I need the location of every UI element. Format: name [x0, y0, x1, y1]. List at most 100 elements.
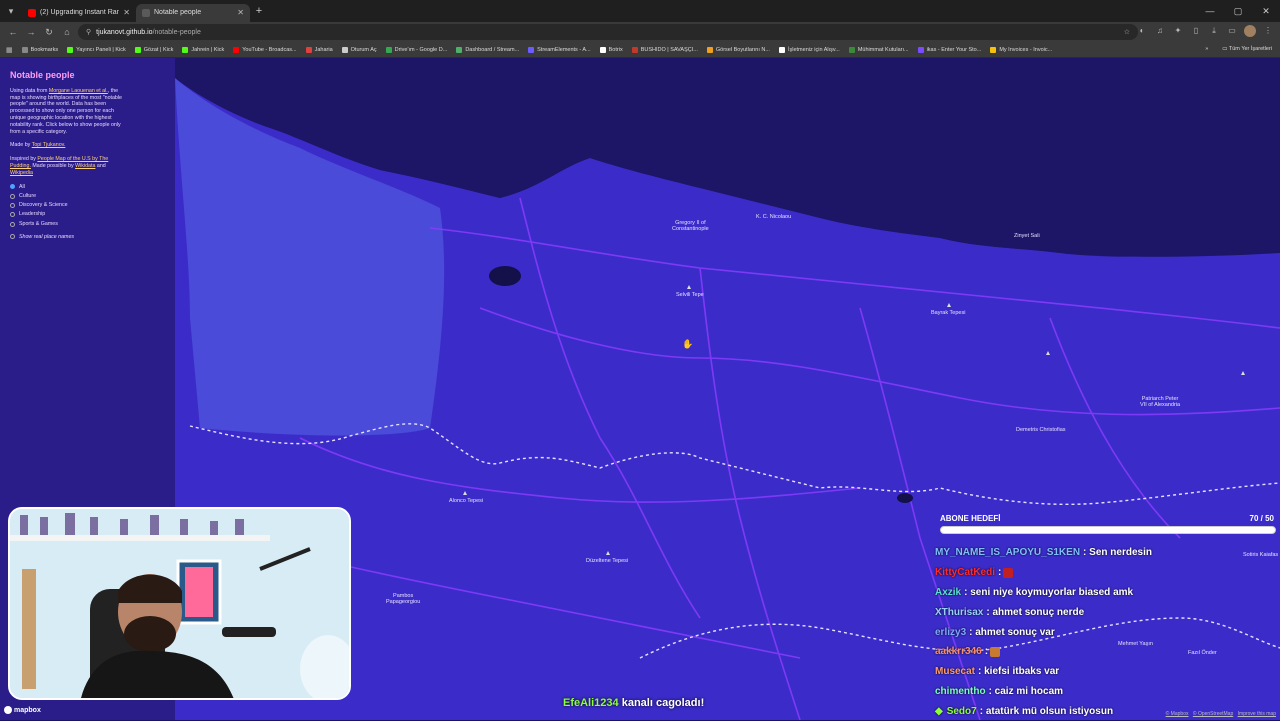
show-real-names-toggle[interactable]: Show real place names	[10, 234, 122, 241]
category-radio-leadership[interactable]: Leadership	[10, 211, 122, 218]
maximize-icon[interactable]: ▢	[1224, 0, 1252, 22]
radio-selected-icon	[10, 184, 15, 190]
cast-icon[interactable]: ▭	[1226, 25, 1238, 37]
back-icon[interactable]: ←	[4, 27, 22, 37]
all-bookmarks[interactable]: » ▭ Tüm Yer İşaretleri	[1205, 46, 1272, 52]
bookmark-item[interactable]: Oturum Aç	[341, 46, 377, 53]
map-label[interactable]: Pambos Papageorgiou	[386, 593, 420, 605]
bookmark-item[interactable]: Görsel Boyutlarını N...	[706, 46, 770, 53]
bookmark-item[interactable]: Jahrein | Kick	[182, 46, 224, 53]
bookmark-item[interactable]: Jaharia	[305, 46, 333, 53]
map-label[interactable]: Bayrak Tepesi	[931, 310, 965, 316]
bookmark-item[interactable]: BUSHIDO | SAVAŞÇI...	[631, 46, 698, 53]
tab-search-icon[interactable]: ▾	[0, 0, 22, 22]
category-radio-culture[interactable]: Culture	[10, 193, 122, 200]
bookmark-item[interactable]: StreamElements - A...	[528, 46, 591, 53]
peak-icon	[463, 491, 467, 495]
category-radio-sports[interactable]: Sports & Games	[10, 221, 122, 228]
chat-message: chimentho: caiz mi hocam	[935, 682, 1275, 702]
chat-text: :	[998, 567, 1002, 579]
download-icon[interactable]: ⤓	[1208, 25, 1220, 37]
forward-icon[interactable]: →	[22, 27, 40, 37]
bookmark-item[interactable]: ikas - Enter Your Sto...	[917, 46, 981, 53]
bookmark-item[interactable]: Gözat | Kick	[134, 46, 173, 53]
goal-progress-bar	[940, 526, 1276, 534]
mapbox-icon	[4, 706, 12, 714]
tab-bar: ▾ (2) Upgrading Instant Ramen: T... ✕ No…	[0, 0, 1280, 22]
bookmark-item[interactable]: Bookmarks	[21, 46, 58, 53]
goal-progress: 70 / 50	[1249, 514, 1274, 523]
wikipedia-link[interactable]: Wikipedia	[10, 170, 33, 176]
bookmark-item[interactable]: My Invoices - Invoic...	[990, 46, 1052, 53]
apps-icon[interactable]: ▦	[6, 46, 13, 54]
peak-icon	[687, 285, 691, 289]
youtube-icon	[28, 8, 36, 17]
map-label[interactable]: Düzeltene Tepesi	[586, 558, 628, 564]
peak-icon	[947, 303, 951, 307]
google-icon	[778, 46, 785, 53]
chat-message: KittyCatKedi:	[935, 563, 1275, 583]
bookmark-item[interactable]: Dashboard / Stream...	[456, 46, 519, 53]
attribution-osm-link[interactable]: © OpenStreetMap	[1193, 711, 1233, 717]
close-icon[interactable]: ✕	[237, 8, 244, 17]
bookmark-item[interactable]: YouTube - Broadcas...	[233, 46, 297, 53]
badge-icon: ◆	[935, 705, 943, 717]
map-label[interactable]: Patriarch Peter VII of Alexandria	[1140, 396, 1180, 408]
chat-text: : ahmet sonuç nerde	[986, 606, 1085, 618]
star-icon[interactable]: ☆	[1124, 28, 1130, 36]
map-label[interactable]: K. C. Nicolaou	[756, 214, 791, 220]
bookmark-item[interactable]: İşletmeniz için Alışv...	[778, 46, 840, 53]
map-label[interactable]: Zinyet Sali	[1014, 233, 1040, 239]
reload-icon[interactable]: ↻	[40, 27, 58, 38]
profile-avatar[interactable]	[1244, 25, 1256, 37]
home-icon[interactable]: ⌂	[58, 27, 76, 37]
source-link[interactable]: Morgane Laouenan et al.	[49, 88, 108, 94]
chat-message: aakkrr346:	[935, 642, 1275, 662]
drive-icon	[385, 46, 392, 53]
map-label[interactable]: Alonco Tepesi	[449, 498, 483, 504]
radio-icon	[10, 221, 15, 227]
bookmark-item[interactable]: Drive'ım - Google D...	[385, 46, 447, 53]
extensions-puzzle-icon[interactable]: ✦	[1172, 25, 1184, 37]
menu-icon[interactable]: ⋮	[1262, 25, 1274, 37]
kick-icon	[182, 46, 189, 53]
close-window-icon[interactable]: ✕	[1252, 0, 1280, 22]
category-radio-discovery[interactable]: Discovery & Science	[10, 202, 122, 209]
map-label[interactable]: Gregory II of Constantinople	[672, 220, 709, 232]
wikidata-link[interactable]: Wikidata	[75, 163, 95, 169]
emote-icon	[1003, 567, 1014, 578]
bookmarks-bar: ▦ Bookmarks Yayıncı Paneli | Kick Gözat …	[0, 42, 1280, 58]
bookmark-item[interactable]: Mühimmat Kutuları...	[848, 46, 909, 53]
bookmark-item[interactable]: Botrix	[599, 46, 623, 53]
audio-icon[interactable]: ♫	[1154, 25, 1166, 37]
mapbox-logo[interactable]: mapbox	[4, 706, 41, 714]
close-icon[interactable]: ✕	[123, 8, 130, 17]
improve-map-link[interactable]: Improve this map	[1238, 711, 1276, 717]
url-input[interactable]: ⚲ tjukanovt.github.io /notable-people ☆	[78, 24, 1138, 40]
info-panel: Notable people Using data from Morgane L…	[10, 71, 122, 241]
lake	[897, 493, 913, 503]
map-label[interactable]: Demetris Christofias	[1016, 427, 1066, 433]
sidebar-icon[interactable]: ▯	[1190, 25, 1202, 37]
category-radio-all[interactable]: All	[10, 184, 122, 191]
goal-label: ABONE HEDEFİ	[940, 514, 1001, 523]
tab-notable-people[interactable]: Notable people ✕	[136, 3, 250, 22]
folder-icon: ▭	[1222, 46, 1228, 52]
map-label[interactable]: Selvili Tepe	[676, 292, 704, 298]
bookmark-item[interactable]: Yayıncı Paneli | Kick	[67, 46, 126, 53]
window-controls: — ▢ ✕	[1196, 0, 1280, 22]
site-icon	[990, 46, 997, 53]
star-icon	[21, 46, 28, 53]
youtube-icon	[233, 46, 240, 53]
site-info-icon[interactable]: ⚲	[86, 28, 91, 36]
radio-icon	[10, 212, 15, 218]
peak-icon	[606, 551, 610, 555]
attribution-mapbox-link[interactable]: © Mapbox	[1166, 711, 1189, 717]
follow-alert: EfeAli1234 kanalı cagoladı!	[563, 697, 704, 709]
chevron-right-icon: »	[1205, 46, 1209, 52]
tab-youtube[interactable]: (2) Upgrading Instant Ramen: T... ✕	[22, 3, 136, 22]
new-tab-button[interactable]: +	[250, 5, 268, 17]
extension-icon[interactable]: ◐	[1136, 25, 1148, 37]
minimize-icon[interactable]: —	[1196, 0, 1224, 22]
author-link[interactable]: Topi Tjukanov.	[32, 142, 66, 148]
